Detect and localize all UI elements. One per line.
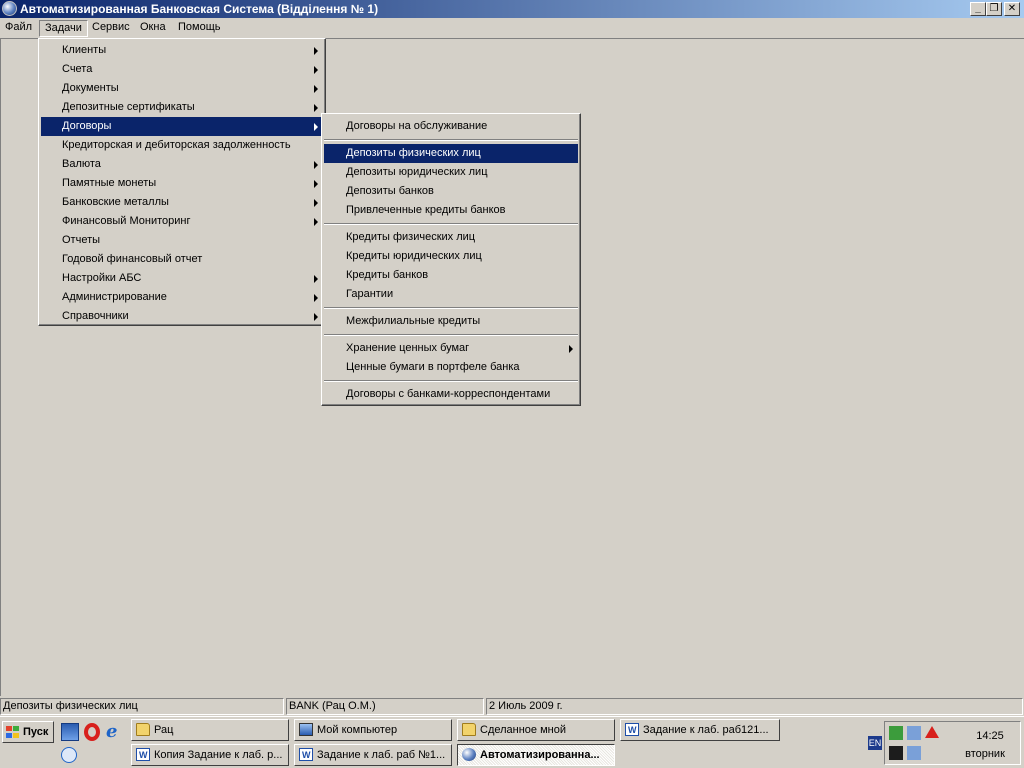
menu-tasks[interactable]: Задачи	[39, 20, 88, 37]
submenu-item-bank-deposits[interactable]: Депозиты банков	[324, 182, 578, 201]
submenu-item-attracted-bank-loans[interactable]: Привлеченные кредиты банков	[324, 201, 578, 220]
system-tray: 14:25 вторник	[884, 721, 1021, 765]
restore-button[interactable]: ❐	[986, 2, 1002, 16]
menu-item-abs-settings[interactable]: Настройки АБС	[41, 269, 323, 288]
submenu-item-guarantees[interactable]: Гарантии	[324, 285, 578, 304]
submenu-item-service-contracts[interactable]: Договоры на обслуживание	[324, 117, 578, 136]
menu-item-commemorative-coins[interactable]: Памятные монеты	[41, 174, 323, 193]
computer-icon	[299, 723, 313, 736]
taskbar: Пуск e Рац Мой компьютер Сделанное мной …	[0, 716, 1024, 768]
tray-network-icon[interactable]	[889, 726, 903, 740]
taskbar-button-folder-done[interactable]: Сделанное мной	[457, 719, 615, 741]
tasks-dropdown-menu: Клиенты Счета Документы Депозитные серти…	[38, 38, 326, 326]
menu-item-documents[interactable]: Документы	[41, 79, 323, 98]
contracts-submenu: Договоры на обслуживание Депозиты физиче…	[321, 113, 581, 406]
menu-item-contracts[interactable]: Договоры	[41, 117, 323, 136]
menu-item-currency[interactable]: Валюта	[41, 155, 323, 174]
quicklaunch-ie-icon[interactable]: e	[106, 723, 124, 741]
language-indicator[interactable]: EN	[868, 736, 882, 750]
submenu-arrow-icon	[314, 85, 318, 93]
taskbar-button-word-lab121[interactable]: Задание к лаб. раб121...	[620, 719, 780, 741]
word-document-icon	[299, 745, 313, 765]
quicklaunch-small-ie-icon[interactable]	[61, 747, 77, 763]
tray-antivirus-icon[interactable]	[889, 746, 903, 760]
menu-item-receivables-payables[interactable]: Кредиторская и дебиторская задолженность	[41, 136, 323, 155]
status-bar: Депозиты физических лиц BANK (Рац О.М.) …	[0, 697, 1024, 716]
taskbar-button-word-copy[interactable]: Копия Задание к лаб. р...	[131, 744, 289, 766]
clock-day: вторник	[965, 748, 1005, 760]
submenu-item-bank-loans[interactable]: Кредиты банков	[324, 266, 578, 285]
app-globe-icon	[462, 748, 476, 761]
menu-separator	[324, 380, 578, 382]
taskbar-button-abs-active[interactable]: Автоматизированна...	[457, 744, 615, 766]
menu-separator	[324, 307, 578, 309]
submenu-arrow-icon	[314, 161, 318, 169]
submenu-arrow-icon	[314, 199, 318, 207]
menu-item-clients[interactable]: Клиенты	[41, 41, 323, 60]
menu-separator	[324, 334, 578, 336]
menu-separator	[324, 139, 578, 141]
menu-item-accounts[interactable]: Счета	[41, 60, 323, 79]
taskbar-button-word-lab1[interactable]: Задание к лаб. раб №1...	[294, 744, 452, 766]
menu-service[interactable]: Сервис	[87, 20, 135, 37]
tray-connection-icon[interactable]	[907, 726, 921, 740]
tray-update-arrow-icon[interactable]	[925, 726, 939, 738]
submenu-arrow-icon	[314, 218, 318, 226]
menu-item-directories[interactable]: Справочники	[41, 307, 323, 326]
status-date: 2 Июль 2009 г.	[486, 698, 1023, 715]
minimize-button[interactable]: _	[970, 2, 986, 16]
window-title: Автоматизированная Банковская Система (В…	[20, 2, 379, 16]
quicklaunch-desktop-icon[interactable]	[61, 723, 79, 741]
menu-windows[interactable]: Окна	[135, 20, 171, 37]
submenu-arrow-icon	[314, 313, 318, 321]
submenu-arrow-icon	[569, 345, 573, 353]
title-bar[interactable]: Автоматизированная Банковская Система (В…	[0, 0, 1024, 18]
menu-file[interactable]: Файл	[0, 20, 37, 37]
windows-flag-icon	[6, 726, 19, 738]
menu-item-annual-report[interactable]: Годовой финансовый отчет	[41, 250, 323, 269]
submenu-item-correspondent-bank-contracts[interactable]: Договоры с банками-корреспондентами	[324, 385, 578, 404]
app-globe-icon[interactable]	[2, 1, 17, 16]
close-button[interactable]: ✕	[1004, 2, 1020, 16]
quicklaunch-opera-icon[interactable]	[84, 723, 100, 741]
submenu-item-securities-custody[interactable]: Хранение ценных бумаг	[324, 339, 578, 358]
menu-item-financial-monitoring[interactable]: Финансовый Мониторинг	[41, 212, 323, 231]
submenu-item-interbranch-loans[interactable]: Межфилиальные кредиты	[324, 312, 578, 331]
submenu-item-individual-loans[interactable]: Кредиты физических лиц	[324, 228, 578, 247]
submenu-arrow-icon	[314, 180, 318, 188]
menu-item-reports[interactable]: Отчеты	[41, 231, 323, 250]
submenu-item-individual-deposits[interactable]: Депозиты физических лиц	[324, 144, 578, 163]
submenu-arrow-icon	[314, 123, 318, 131]
submenu-arrow-icon	[314, 104, 318, 112]
menu-item-bank-metals[interactable]: Банковские металлы	[41, 193, 323, 212]
folder-icon	[462, 723, 476, 736]
submenu-item-legal-entity-deposits[interactable]: Депозиты юридических лиц	[324, 163, 578, 182]
taskbar-button-folder-rats[interactable]: Рац	[131, 719, 289, 741]
menu-item-administration[interactable]: Администрирование	[41, 288, 323, 307]
submenu-item-securities-portfolio[interactable]: Ценные бумаги в портфеле банка	[324, 358, 578, 377]
status-user: BANK (Рац О.М.)	[286, 698, 484, 715]
taskbar-button-my-computer[interactable]: Мой компьютер	[294, 719, 452, 741]
menu-separator	[324, 223, 578, 225]
start-button[interactable]: Пуск	[2, 721, 54, 743]
menu-bar: Файл Задачи Сервис Окна Помощь	[0, 18, 1024, 38]
folder-icon	[136, 723, 150, 736]
submenu-arrow-icon	[314, 47, 318, 55]
submenu-arrow-icon	[314, 275, 318, 283]
submenu-item-legal-entity-loans[interactable]: Кредиты юридических лиц	[324, 247, 578, 266]
word-document-icon	[625, 720, 639, 740]
submenu-arrow-icon	[314, 66, 318, 74]
menu-help[interactable]: Помощь	[173, 20, 226, 37]
submenu-arrow-icon	[314, 294, 318, 302]
clock-time[interactable]: 14:25	[965, 730, 1015, 742]
menu-item-deposit-certificates[interactable]: Депозитные сертификаты	[41, 98, 323, 117]
word-document-icon	[136, 745, 150, 765]
status-hint: Депозиты физических лиц	[0, 698, 284, 715]
tray-monitor-icon[interactable]	[907, 746, 921, 760]
